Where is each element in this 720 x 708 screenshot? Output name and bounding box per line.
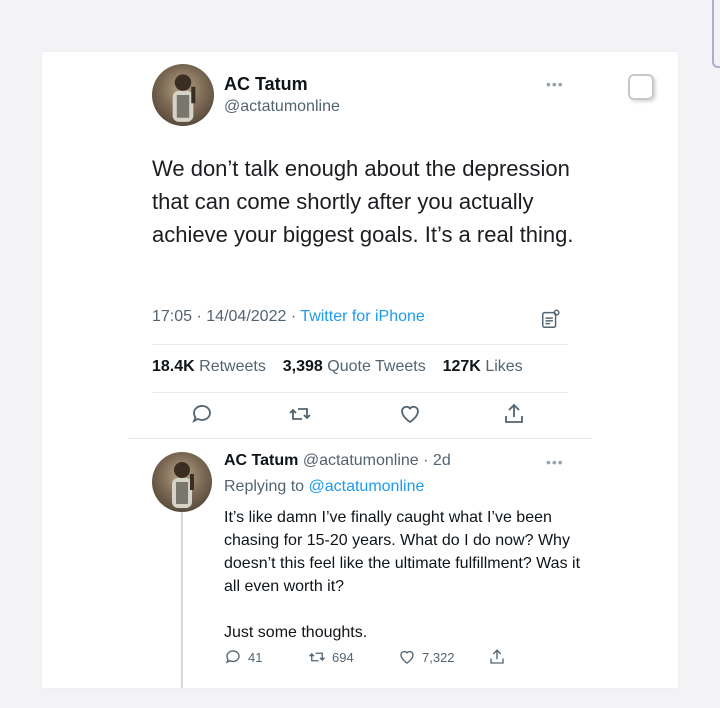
avatar[interactable] <box>152 452 212 512</box>
reply-likes-count: 7,322 <box>422 649 455 665</box>
author-handle[interactable]: @actatumonline <box>224 98 340 116</box>
retweets-label[interactable]: Retweets <box>199 358 266 375</box>
analytics-icon[interactable] <box>540 308 562 330</box>
reply-action-share[interactable] <box>488 648 506 666</box>
reply-action-like[interactable]: 7,322 <box>398 648 455 666</box>
meta-separator: · <box>423 452 429 469</box>
share-icon[interactable] <box>488 648 506 666</box>
tweet-source[interactable]: Twitter for iPhone <box>300 308 425 325</box>
reply-icon[interactable] <box>224 648 242 666</box>
author-name[interactable]: AC Tatum <box>224 74 308 95</box>
reply-action-retweet[interactable]: 694 <box>308 648 354 666</box>
ellipsis-icon[interactable]: ••• <box>546 76 564 92</box>
divider <box>152 392 568 393</box>
reply-action-reply[interactable]: 41 <box>224 648 262 666</box>
reply-icon[interactable] <box>190 402 214 426</box>
retweet-icon[interactable] <box>308 648 326 666</box>
reply-paragraph: Just some thoughts. <box>224 624 368 641</box>
divider <box>152 344 568 345</box>
reply-replies-count: 41 <box>248 649 263 665</box>
tweet-text: We don’t talk enough about the depressio… <box>152 156 574 247</box>
avatar[interactable] <box>152 64 214 126</box>
thread-line <box>181 484 183 688</box>
retweet-icon[interactable] <box>288 402 312 426</box>
reply-header: AC Tatum @actatumonline · 2d <box>224 452 451 470</box>
likes-label[interactable]: Likes <box>485 358 522 375</box>
meta-separator: · <box>290 308 301 325</box>
reply-text: It’s like damn I’ve finally caught what … <box>224 506 584 644</box>
tweet-date[interactable]: 14/04/2022 <box>206 308 286 325</box>
like-icon[interactable] <box>398 648 416 666</box>
tweet-meta: 17:05 · 14/04/2022 · Twitter for iPhone <box>152 308 425 326</box>
quotes-label[interactable]: Quote Tweets <box>327 358 425 375</box>
tweet-card: AC Tatum @actatumonline ••• We don’t tal… <box>42 52 678 688</box>
likes-count[interactable]: 127K <box>443 358 481 375</box>
reply-author-handle[interactable]: @actatumonline <box>303 452 419 469</box>
reply-author-name[interactable]: AC Tatum <box>224 452 298 469</box>
replying-to-handle[interactable]: @actatumonline <box>309 478 425 495</box>
reply-retweets-count: 694 <box>332 649 354 665</box>
tweet-time: 17:05 <box>152 308 193 325</box>
replying-prefix: Replying to <box>224 478 305 495</box>
like-icon[interactable] <box>398 402 422 426</box>
retweets-count[interactable]: 18.4K <box>152 358 195 375</box>
page-corner-mark <box>712 0 720 68</box>
ellipsis-icon[interactable]: ••• <box>546 454 564 470</box>
engagement-stats: 18.4K Retweets 3,398 Quote Tweets 127K L… <box>152 358 523 376</box>
meta-separator: · <box>196 308 207 325</box>
quotes-count[interactable]: 3,398 <box>283 358 323 375</box>
select-checkbox[interactable] <box>628 74 654 100</box>
reply-paragraph: It’s like damn I’ve finally caught what … <box>224 509 581 595</box>
reply-age[interactable]: 2d <box>433 452 451 469</box>
divider <box>128 438 592 439</box>
share-icon[interactable] <box>502 402 526 426</box>
replying-to-line: Replying to @actatumonline <box>224 478 424 496</box>
